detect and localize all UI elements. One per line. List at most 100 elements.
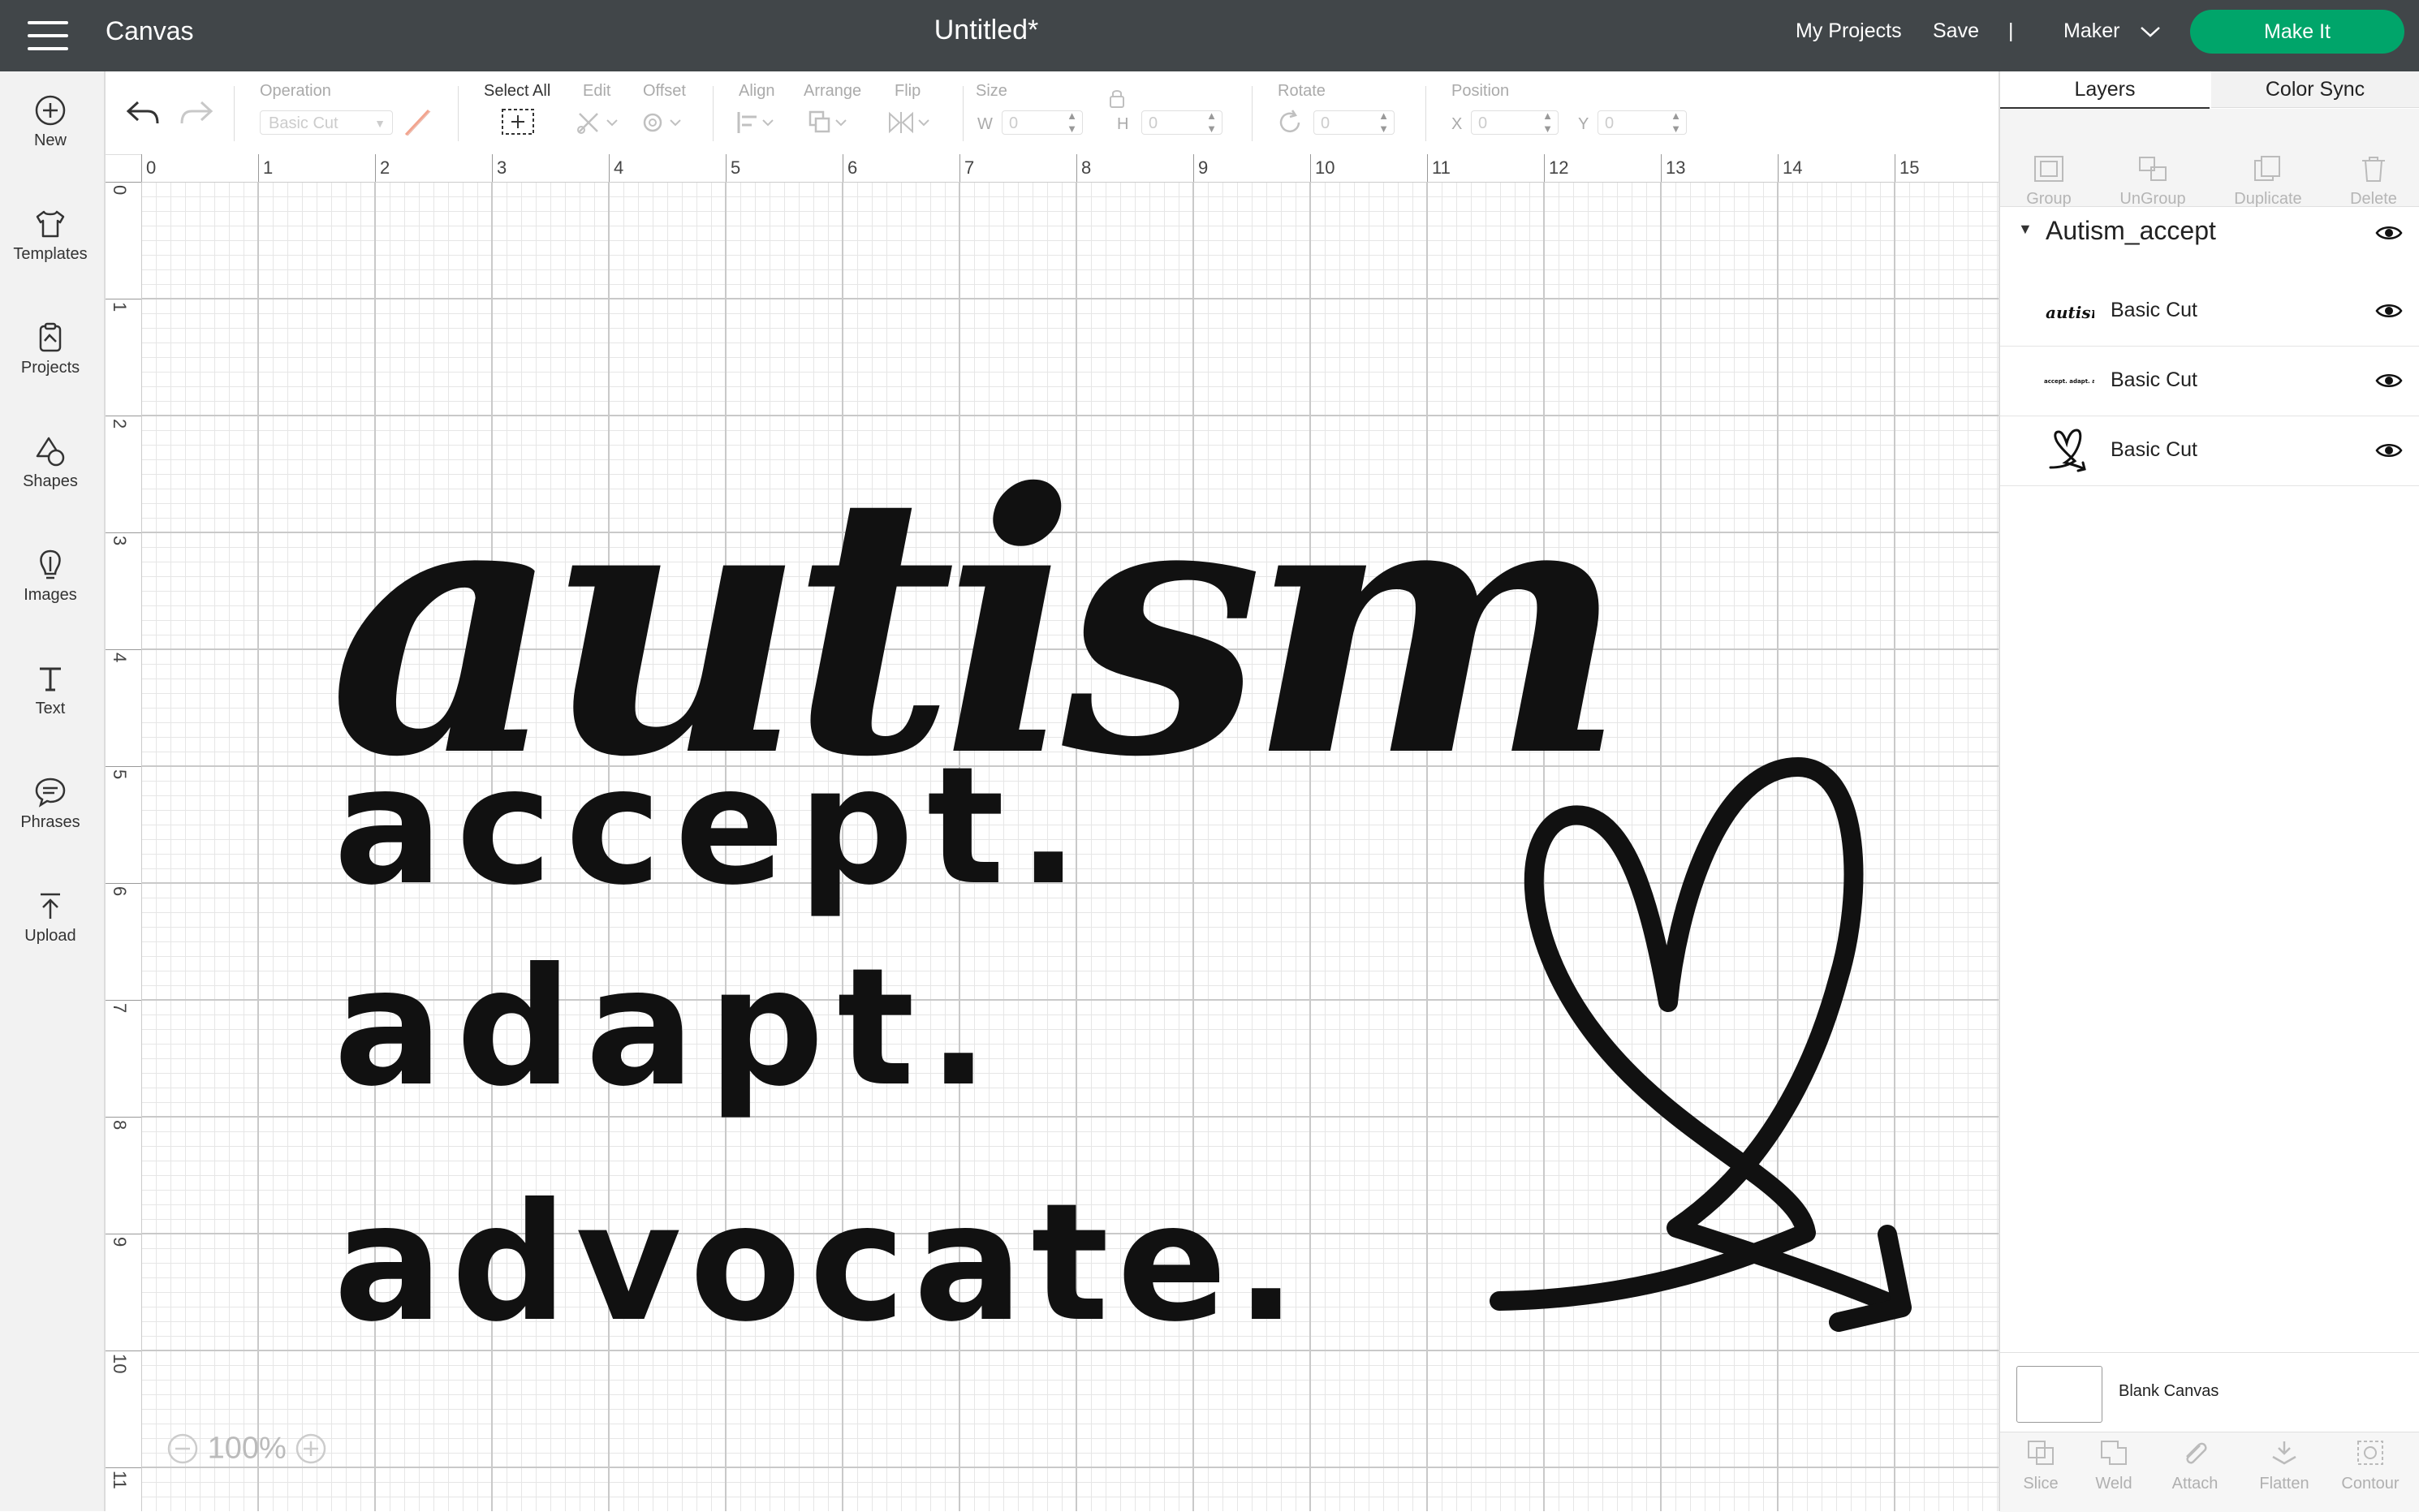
machine-selector[interactable]: Maker xyxy=(2063,19,2161,43)
ruler-number: 11 xyxy=(110,1471,130,1489)
blank-canvas-row[interactable]: Blank Canvas xyxy=(2000,1352,2419,1432)
ruler-number: 9 xyxy=(1198,157,1209,178)
sidebar-item-upload[interactable]: Upload xyxy=(0,867,101,972)
design-artwork[interactable]: autism accept. adapt. advocate. xyxy=(142,183,1999,1511)
flip-icon[interactable] xyxy=(886,110,935,135)
layer-group-row[interactable]: ▼ Autism_accept xyxy=(2000,206,2419,258)
ruler-number: 7 xyxy=(110,1003,130,1014)
plus-circle-icon xyxy=(35,95,66,126)
separator xyxy=(713,86,714,141)
contour-button[interactable]: Contour xyxy=(2330,1439,2411,1493)
sidebar-item-images[interactable]: Images xyxy=(0,526,101,631)
ungroup-button[interactable]: UnGroup xyxy=(2104,154,2201,209)
ruler-tick xyxy=(609,154,610,182)
sidebar-item-label: Templates xyxy=(13,245,88,263)
thumb-text: autism xyxy=(2046,303,2094,322)
weld-button[interactable]: Weld xyxy=(2073,1439,2154,1493)
zoom-out-icon[interactable] xyxy=(166,1432,199,1465)
ruler-number: 3 xyxy=(497,157,507,178)
x-value: 0 xyxy=(1478,114,1488,132)
slice-button[interactable]: Slice xyxy=(2000,1439,2081,1493)
width-value: 0 xyxy=(1009,114,1019,132)
attach-button[interactable]: Attach xyxy=(2154,1439,2236,1493)
offset-icon[interactable] xyxy=(641,110,687,135)
flatten-button[interactable]: Flatten xyxy=(2244,1439,2325,1493)
visibility-eye-icon[interactable] xyxy=(2375,442,2403,459)
sidebar-item-new[interactable]: New xyxy=(0,71,101,177)
divider: | xyxy=(2008,19,2014,42)
pen-color-icon[interactable] xyxy=(403,109,432,136)
heart-arrow-shape[interactable] xyxy=(1490,757,1912,1332)
ungroup-icon xyxy=(2139,157,2167,181)
align-label: Align xyxy=(739,82,775,100)
menu-icon[interactable] xyxy=(28,19,68,52)
y-value: 0 xyxy=(1605,114,1615,132)
weld-icon xyxy=(2101,1441,2127,1465)
align-icon[interactable] xyxy=(735,110,781,135)
my-projects-link[interactable]: My Projects xyxy=(1796,19,1902,43)
ruler-tick xyxy=(141,154,142,182)
sidebar-item-shapes[interactable]: Shapes xyxy=(0,412,101,518)
y-position-input[interactable]: 0 ▲ ▼ xyxy=(1598,110,1687,135)
rotate-icon[interactable] xyxy=(1276,109,1304,136)
ruler-number: 1 xyxy=(110,302,130,312)
layer-row[interactable]: accept. adapt. advocate. Basic Cut xyxy=(2000,346,2419,416)
attach-label: Attach xyxy=(2171,1475,2218,1493)
sidebar-item-phrases[interactable]: Phrases xyxy=(0,753,101,859)
select-all-label: Select All xyxy=(484,82,551,100)
heart-arrow-thumbnail-icon xyxy=(2049,429,2086,472)
text-icon xyxy=(40,667,61,691)
rotate-input[interactable]: 0 ▲ ▼ xyxy=(1313,110,1395,135)
zoom-in-icon[interactable] xyxy=(295,1432,327,1465)
duplicate-icon xyxy=(2254,156,2280,181)
delete-button[interactable]: Delete xyxy=(2325,154,2419,209)
separator xyxy=(1252,86,1253,141)
ruler-tick xyxy=(726,154,727,182)
arrange-icon[interactable] xyxy=(808,110,854,135)
layer-row[interactable]: Basic Cut xyxy=(2000,416,2419,486)
rotate-value: 0 xyxy=(1321,114,1330,132)
design-canvas[interactable]: autism accept. adapt. advocate. 100% xyxy=(142,183,1999,1511)
select-all-icon[interactable] xyxy=(500,107,536,136)
width-input[interactable]: 0 ▲ ▼ xyxy=(1002,110,1083,135)
stepper-icon: ▲ ▼ xyxy=(1378,110,1389,135)
ruler-number: 8 xyxy=(110,1120,130,1131)
edit-tools-icon[interactable] xyxy=(576,110,622,135)
lock-icon[interactable] xyxy=(1107,88,1127,109)
ruler-number: 13 xyxy=(1666,157,1686,178)
layer-row[interactable]: autism Basic Cut xyxy=(2000,276,2419,347)
make-it-button[interactable]: Make It xyxy=(2190,10,2404,54)
collapse-caret-icon[interactable]: ▼ xyxy=(2018,221,2033,238)
visibility-eye-icon[interactable] xyxy=(2375,372,2403,390)
height-input[interactable]: 0 ▲ ▼ xyxy=(1141,110,1222,135)
tab-layers[interactable]: Layers xyxy=(2000,71,2210,110)
thumb-text: accept. adapt. advocate. xyxy=(2044,378,2094,385)
bottom-actions-bar: Slice Weld Attach Flatten Contour xyxy=(2000,1432,2419,1512)
document-title[interactable]: Untitled* xyxy=(934,15,1039,46)
undo-icon[interactable] xyxy=(125,99,161,127)
visibility-eye-icon[interactable] xyxy=(2375,302,2403,320)
visibility-eye-icon[interactable] xyxy=(2375,224,2403,242)
ruler-tick xyxy=(106,883,141,884)
ruler-tick xyxy=(106,1000,141,1001)
ruler-number: 15 xyxy=(1899,157,1920,178)
duplicate-button[interactable]: Duplicate xyxy=(2219,154,2317,209)
layer-name: Basic Cut xyxy=(2111,299,2197,321)
flip-label: Flip xyxy=(895,82,921,100)
sidebar-item-templates[interactable]: Templates xyxy=(0,185,101,291)
tab-color-sync[interactable]: Color Sync xyxy=(2211,71,2419,108)
height-label: H xyxy=(1117,115,1129,133)
sidebar-item-projects[interactable]: Projects xyxy=(0,299,101,404)
layer-thumbnail: accept. adapt. advocate. xyxy=(2044,378,2094,385)
redo-icon[interactable] xyxy=(179,99,214,127)
blank-canvas-swatch[interactable] xyxy=(2016,1366,2102,1423)
ruler-number: 9 xyxy=(110,1237,130,1247)
operation-select[interactable]: Basic Cut ▼ xyxy=(260,110,393,135)
x-position-input[interactable]: 0 ▲ ▼ xyxy=(1471,110,1559,135)
ruler-tick xyxy=(106,1117,141,1118)
group-button[interactable]: Group xyxy=(2000,154,2098,209)
shirt-icon xyxy=(36,210,65,238)
separator xyxy=(963,86,964,141)
sidebar-item-text[interactable]: Text xyxy=(0,640,101,745)
save-button[interactable]: Save xyxy=(1933,19,1979,43)
